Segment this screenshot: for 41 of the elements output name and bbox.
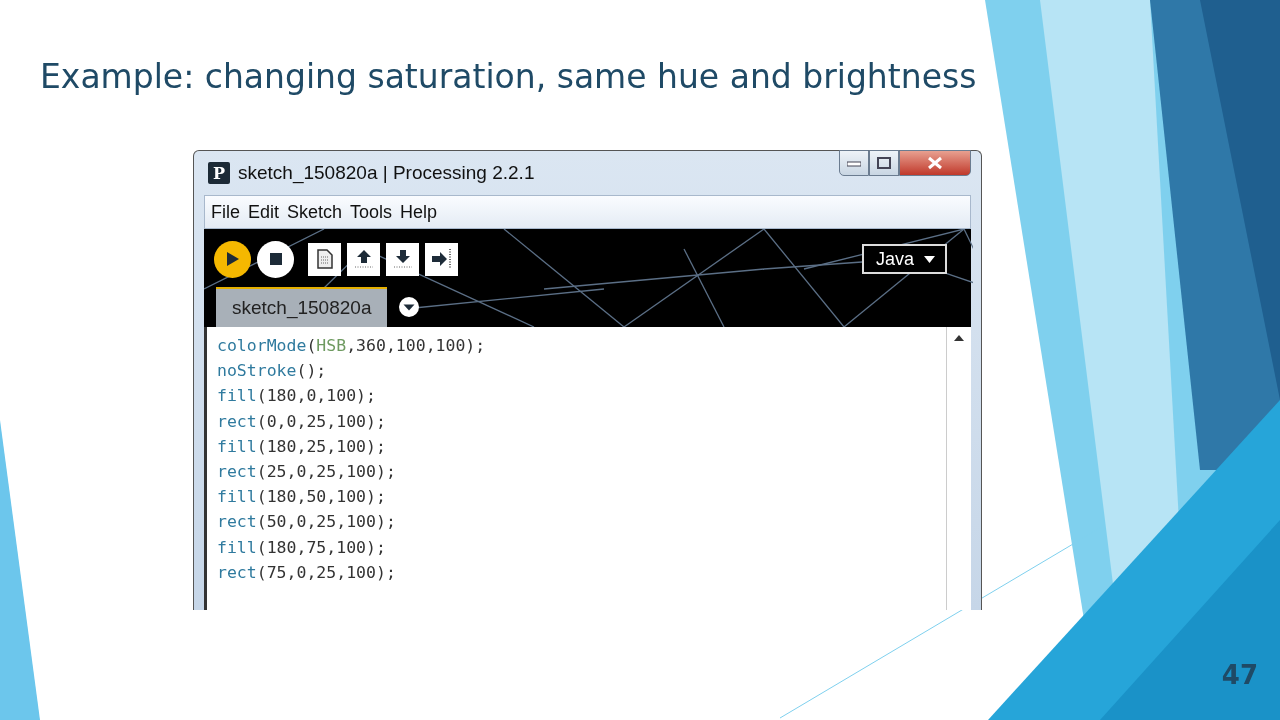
- code-line: fill(180,50,100);: [217, 486, 387, 509]
- mode-dropdown[interactable]: Java: [861, 244, 947, 274]
- minimize-button[interactable]: [839, 150, 869, 176]
- stop-icon: [269, 253, 282, 265]
- document-icon: [316, 249, 333, 269]
- close-button[interactable]: [899, 150, 971, 176]
- tab-menu-icon[interactable]: [399, 297, 420, 317]
- minimize-icon: [847, 159, 861, 167]
- code-editor[interactable]: colorMode(HSB,360,100,100); noStroke(); fill(180,0,100); rect(0,0,25,100); fill(180,25,100); rect(25,0,25,100); fill(180,50,100); rect(50,0,25,100); fill(180,75,100); rect(75,0,25,100);: [204, 327, 971, 610]
- code-line: rect(50,0,25,100);: [217, 511, 397, 534]
- stop-button[interactable]: [257, 240, 294, 278]
- menu-item[interactable]: Edit: [248, 201, 280, 223]
- maximize-icon: [877, 157, 891, 169]
- close-icon: [927, 156, 943, 170]
- app-logo: P: [208, 162, 230, 184]
- code-line: rect(0,0,25,100);: [217, 410, 387, 433]
- export-button[interactable]: [425, 242, 458, 276]
- code-line: fill(180,25,100);: [217, 435, 387, 458]
- maximize-button[interactable]: [869, 150, 899, 176]
- code-line: rect(25,0,25,100);: [217, 461, 397, 483]
- window-title: sketch_150820a | Processing 2.2.1: [238, 162, 536, 184]
- page-number: 47: [1221, 660, 1258, 690]
- run-button[interactable]: [214, 240, 251, 278]
- export-icon: [429, 247, 454, 271]
- new-button[interactable]: [308, 242, 341, 276]
- slide-title: Example: changing saturation, same hue and brightness: [40, 56, 978, 98]
- menu-item[interactable]: File: [211, 201, 240, 223]
- code-line: noStroke();: [217, 360, 328, 383]
- caret-icon: [924, 255, 935, 263]
- play-icon: [225, 251, 240, 267]
- code-line: rect(75,0,25,100);: [217, 561, 397, 584]
- open-button[interactable]: [347, 242, 380, 276]
- editor-tab[interactable]: sketch_150820a: [216, 287, 388, 327]
- menu-item[interactable]: Sketch: [287, 201, 343, 223]
- code-line: fill(180,0,100);: [217, 385, 377, 408]
- menu-item[interactable]: Help: [400, 201, 438, 223]
- code-line: colorMode(HSB,360,100,100);: [217, 335, 487, 357]
- code-line: fill(180,75,100);: [217, 536, 387, 559]
- save-button[interactable]: [386, 242, 419, 276]
- scroll-up-icon[interactable]: [954, 335, 964, 341]
- menu-item[interactable]: Tools: [350, 201, 393, 223]
